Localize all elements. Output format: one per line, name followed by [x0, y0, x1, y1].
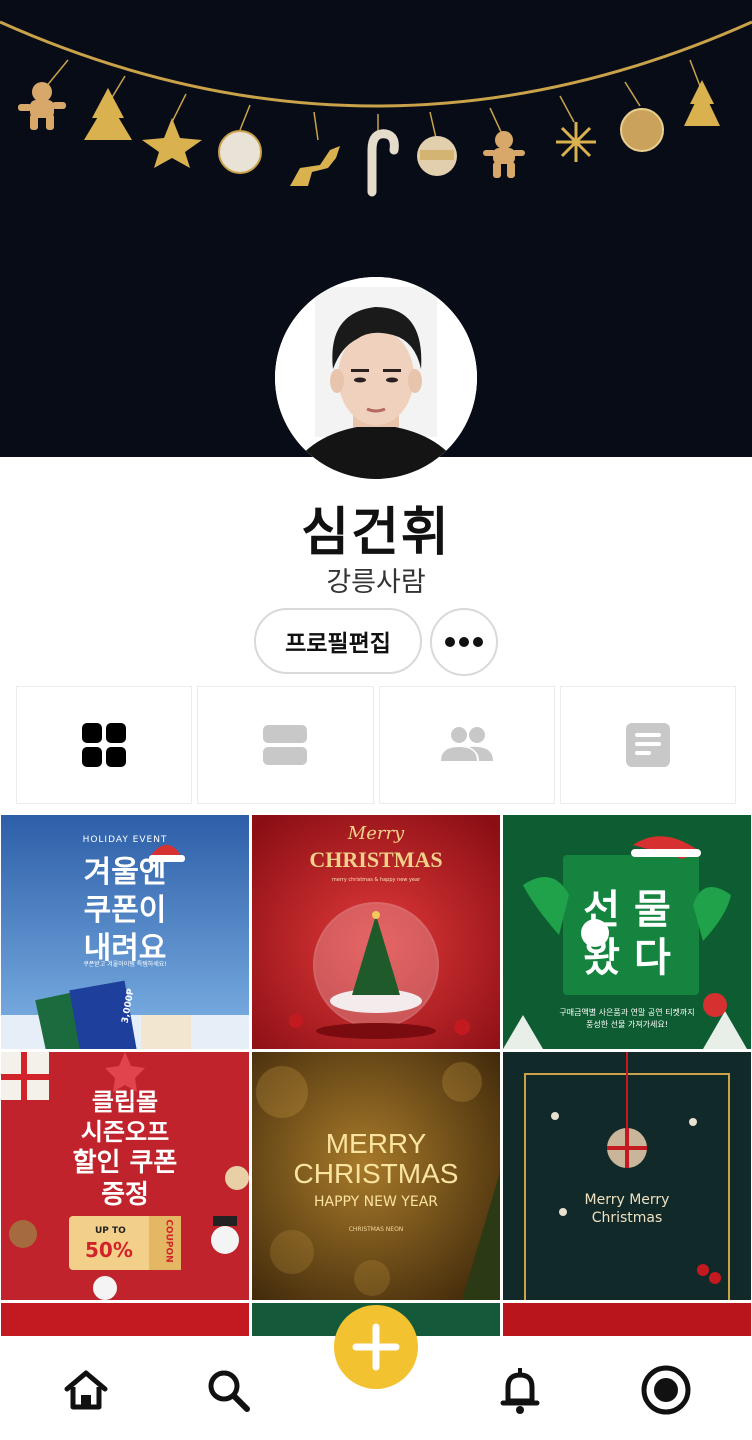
tab-list[interactable]: [197, 686, 374, 804]
nav-home[interactable]: [56, 1360, 116, 1420]
more-dots-icon: [445, 637, 483, 647]
post-thumbnail[interactable]: HOLIDAY EVENT 겨울엔 쿠폰이 내려요 쿠폰받고 겨울아이템 특템하…: [1, 815, 249, 1049]
profile-view-tabs: [16, 686, 736, 806]
tab-posts-text[interactable]: [559, 686, 736, 804]
post-subtitle: merry christmas & happy new year: [331, 877, 421, 883]
avatar-photo: [275, 277, 477, 479]
profile-name: 심건휘: [301, 503, 451, 563]
post-subtitle: 구매금액별 사은품과 연말 공연 티켓까지: [559, 1008, 695, 1017]
profile-bio: 강릉사람: [326, 567, 426, 598]
post-thumbnail[interactable]: Merry Merry Christmas: [503, 1052, 751, 1300]
post-subtitle: 풍성한 선물 가져가세요!: [586, 1020, 668, 1029]
tab-grid[interactable]: [16, 686, 193, 804]
list-view-icon: [263, 725, 308, 765]
edit-profile-button[interactable]: 프로필편집: [254, 608, 422, 674]
post-thumbnail[interactable]: MERRY CHRISTMAS HAPPY NEW YEAR CHRISTMAS…: [252, 1052, 500, 1300]
post-thumbnail[interactable]: Merry CHRISTMAS merry christmas & happy …: [252, 815, 500, 1049]
post-subtitle: 쿠폰받고 겨울아이템 특템하세요!: [83, 961, 167, 968]
tab-friends[interactable]: [378, 686, 555, 804]
nav-search[interactable]: [198, 1360, 258, 1420]
coupon-label: COUPON: [163, 1219, 174, 1263]
bell-icon: [500, 1368, 540, 1414]
post-title-line: 왔 다: [583, 935, 671, 981]
post-thumbnail[interactable]: 클립몰 시즌오프 할인 쿠폰 증정 UP TO 50% COUPON: [1, 1052, 249, 1300]
post-subtitle: CHRISTMAS NEON: [348, 1226, 404, 1233]
star-ornament: [142, 118, 202, 168]
post-title-line: MERRY: [325, 1128, 427, 1159]
search-icon: [208, 1370, 250, 1412]
post-title-line: CHRISTMAS: [293, 1158, 459, 1189]
profile-icon: [641, 1365, 691, 1415]
create-post-button[interactable]: [334, 1305, 418, 1389]
post-title: CHRISTMAS: [309, 847, 443, 872]
coupon-percent: 50%: [85, 1238, 133, 1262]
home-icon: [64, 1370, 108, 1410]
post-title-line: HAPPY NEW YEAR: [314, 1194, 438, 1210]
nav-notifications[interactable]: [490, 1360, 550, 1420]
post-event-label: HOLIDAY EVENT: [82, 835, 168, 845]
plus-icon: [352, 1323, 400, 1371]
post-script-title: Merry: [347, 823, 405, 844]
post-title-line: 증정: [101, 1180, 149, 1210]
post-thumbnail[interactable]: 선 물 왔 다 구매금액별 사은품과 연말 공연 티켓까지 풍성한 선물 가져가…: [503, 815, 751, 1049]
nav-profile[interactable]: [636, 1360, 696, 1420]
post-title-line: Merry Merry: [584, 1192, 670, 1208]
gingerbread-ornament: [18, 82, 66, 130]
post-title-line: Christmas: [591, 1210, 663, 1226]
document-icon: [625, 723, 670, 767]
friends-icon: [440, 727, 493, 761]
more-options-button[interactable]: [430, 608, 498, 676]
profile-avatar[interactable]: [275, 277, 477, 479]
grid-icon: [82, 723, 127, 767]
coupon-upto: UP TO: [95, 1226, 126, 1236]
